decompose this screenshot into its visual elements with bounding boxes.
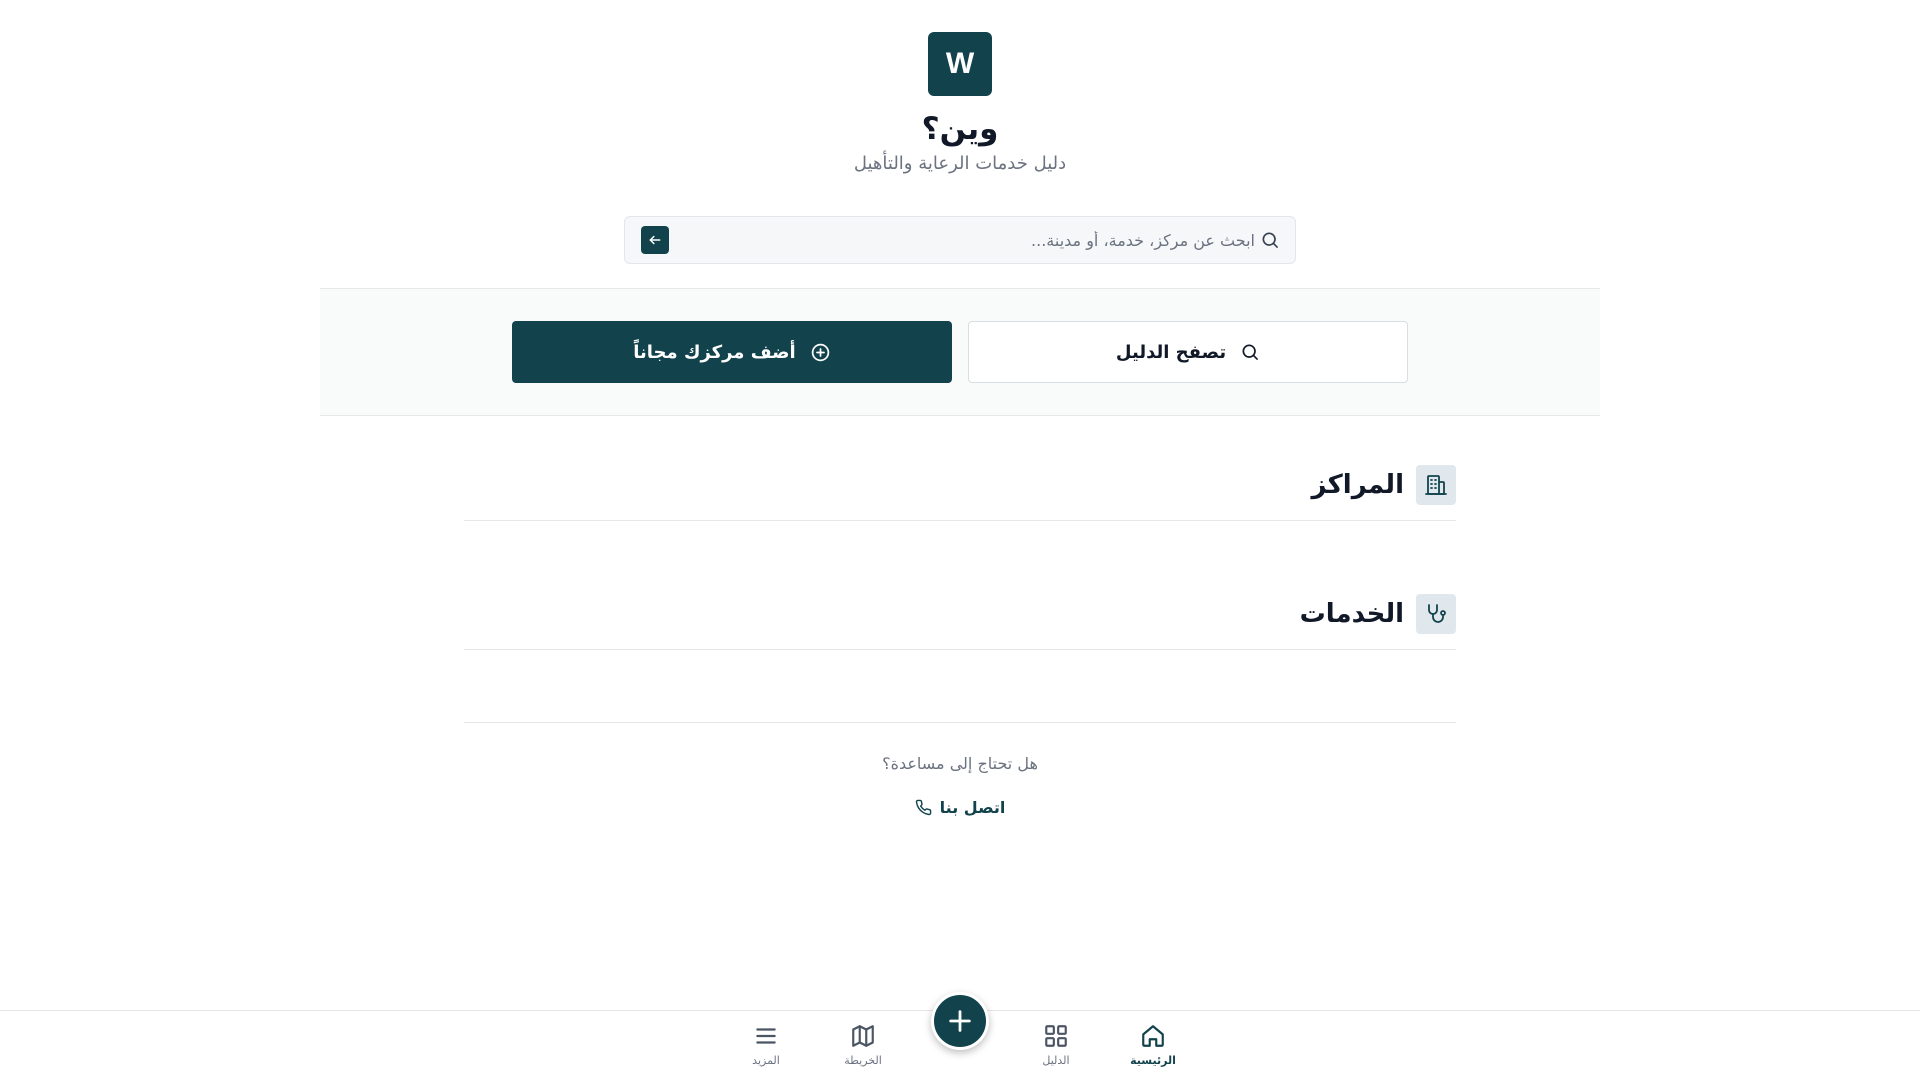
centers-section-title: المراكز [1311, 469, 1405, 500]
app-header: W وين؟ دليل خدمات الرعاية والتأهيل [0, 0, 1920, 176]
search-input[interactable] [669, 217, 1259, 263]
centers-section: المراكز [464, 463, 1456, 521]
add-center-button[interactable]: أضف مركزك مجاناً [512, 321, 952, 383]
arrow-left-icon [649, 235, 661, 245]
app-title: وين؟ [921, 111, 999, 147]
search-icon [1259, 229, 1281, 251]
plus-icon [949, 1010, 971, 1032]
nav-home[interactable]: الرئيسية [1113, 1023, 1193, 1073]
nav-home-label: الرئيسية [1130, 1054, 1176, 1067]
grid-icon [1045, 1025, 1067, 1047]
add-center-label: أضف مركزك مجاناً [633, 341, 796, 363]
services-section-title: الخدمات [1299, 598, 1404, 629]
browse-directory-button[interactable]: تصفح الدليل [968, 321, 1408, 383]
menu-icon [756, 1028, 776, 1044]
search-bar [624, 216, 1296, 264]
services-section: الخدمات [464, 592, 1456, 650]
stethoscope-icon [1416, 593, 1456, 634]
phone-icon [915, 799, 931, 815]
search-icon [1242, 344, 1259, 360]
contact-us-label: اتصل بنا [939, 797, 1006, 817]
help-question: هل تحتاج إلى مساعدة؟ [882, 754, 1038, 773]
content-divider [464, 722, 1456, 723]
nav-map[interactable]: الخريطة [823, 1023, 903, 1073]
app-subtitle: دليل خدمات الرعاية والتأهيل [853, 153, 1067, 174]
add-fab-button[interactable] [931, 992, 989, 1050]
plus-circle-icon [811, 343, 829, 361]
nav-more-label: المزيد [752, 1054, 780, 1067]
search-submit-button[interactable] [641, 226, 669, 254]
logo-letter: W [945, 47, 975, 80]
map-icon [852, 1025, 874, 1047]
contact-us-link[interactable]: اتصل بنا [900, 794, 1020, 820]
nav-map-label: الخريطة [844, 1054, 882, 1067]
nav-directory[interactable]: الدليل [1016, 1023, 1096, 1073]
nav-more[interactable]: المزيد [726, 1023, 806, 1073]
home-icon [1142, 1025, 1164, 1047]
action-band: تصفح الدليل أضف مركزك مجاناً [320, 288, 1600, 416]
browse-directory-label: تصفح الدليل [1115, 341, 1227, 363]
building-icon [1416, 464, 1456, 505]
nav-directory-label: الدليل [1042, 1054, 1070, 1067]
app-logo: W [928, 32, 992, 96]
